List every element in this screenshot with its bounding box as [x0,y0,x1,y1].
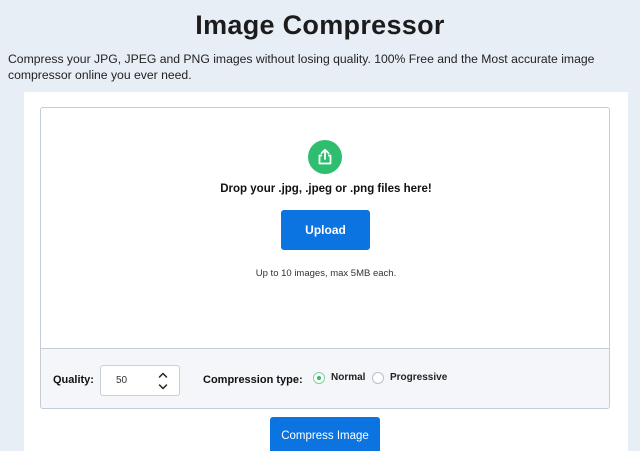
compression-options: Quality: 50 Compression type: Normal Pro… [41,348,609,408]
radio-normal[interactable] [313,372,325,384]
page-title: Image Compressor [195,10,445,40]
upload-limit-note: Up to 10 images, max 5MB each. [255,268,397,279]
radio-normal-label[interactable]: Normal [331,372,365,383]
file-dropzone[interactable]: Drop your .jpg, .jpeg or .png files here… [40,107,610,409]
compress-image-button[interactable]: Compress Image [270,417,380,451]
stepper-arrows[interactable] [157,370,169,392]
radio-progressive-label[interactable]: Progressive [390,372,447,383]
compressor-card: Drop your .jpg, .jpeg or .png files here… [24,92,628,451]
upload-share-icon[interactable] [308,140,342,174]
upload-button[interactable]: Upload [281,210,370,250]
radio-progressive[interactable] [372,372,384,384]
drop-instructions: Drop your .jpg, .jpeg or .png files here… [220,183,432,195]
page-subtitle: Compress your JPG, JPEG and PNG images w… [8,52,595,82]
quality-stepper[interactable]: 50 [100,365,180,396]
quality-label: Quality: [53,374,94,386]
quality-value: 50 [116,375,128,386]
chevron-up-down-icon[interactable] [157,370,169,392]
compression-type-label: Compression type: [203,374,303,386]
